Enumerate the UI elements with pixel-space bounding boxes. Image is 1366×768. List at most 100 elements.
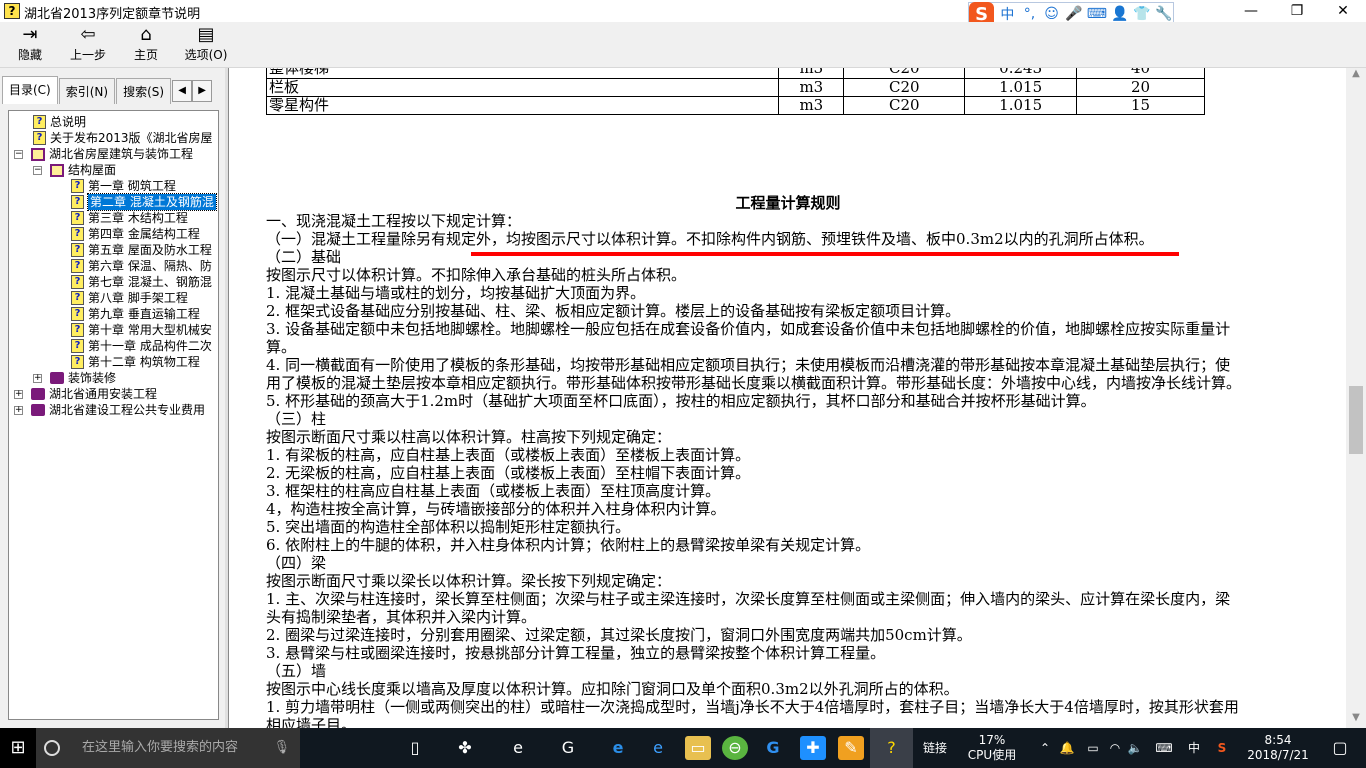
document-line: 5. 杯形基础的颈高大于1.2m时（基础扩大项面至杯口底面），按柱的相应定额执行… [266,392,1096,410]
help-page-icon: ? [33,131,46,145]
back-arrow-icon: ⇦ [80,24,96,45]
tab-scroll-left-button[interactable]: ◀ [172,80,193,102]
document-line: 2. 框架式设备基础应分别按基础、柱、梁、板相应定额计算。楼层上的设备基础按有梁… [266,302,961,320]
sogou-tray-icon[interactable]: S [1212,728,1232,768]
hide-button[interactable]: ⇥ 隐藏 [0,24,60,63]
expand-icon[interactable]: + [33,373,42,383]
volume-icon[interactable]: 🔈 [1126,728,1144,768]
battery-icon[interactable]: ▭ [1082,728,1104,768]
home-button[interactable]: ⌂ 主页 [116,24,176,63]
wifi-icon[interactable]: ◠ [1106,728,1124,768]
tree-item[interactable]: ? 第十一章 成品构件二次 [9,338,218,354]
tree-item[interactable]: ? 第六章 保温、隔热、防 [9,258,218,274]
tree-item-label: 第十二章 构筑物工程 [88,355,200,369]
action-center-icon[interactable]: ▢ [1320,728,1360,768]
clock-date: 2018/7/21 [1247,748,1309,762]
tab-search[interactable]: 搜索(S) [116,78,172,104]
notepad-app-icon[interactable]: ✎ [838,736,864,760]
tree-item[interactable]: ? 第十二章 构筑物工程 [9,354,218,370]
tree-item[interactable]: + 湖北省建设工程公共专业费用 [9,402,218,418]
collapse-icon[interactable]: − [14,149,23,159]
tree-item[interactable]: ? 第四章 金属结构工程 [9,226,218,242]
tree-item[interactable]: − 湖北省房屋建筑与装饰工程 [9,146,218,162]
expand-icon[interactable]: + [14,389,23,399]
scroll-down-icon[interactable]: ▼ [1346,712,1366,728]
green-app-icon[interactable]: ⊖ [722,736,748,760]
tree-item[interactable]: + 装饰装修 [9,370,218,386]
document-line: 4，构造柱按全高计算，与砖墙嵌接部分的体积并入柱身体积内计算。 [266,500,726,518]
contents-tree: ? 总说明? 关于发布2013版《湖北省房屋 − 湖北省房屋建筑与装饰工程 − 结构屋面? 第… [8,110,219,720]
help-app-taskbar-icon[interactable]: ? [870,728,913,768]
tree-item[interactable]: ? 第九章 垂直运输工程 [9,306,218,322]
tree-item-label: 结构屋面 [68,163,117,177]
ime-user-icon[interactable]: 👤 [1111,6,1129,22]
help-page-icon: ? [71,259,84,273]
ime-keyboard-icon[interactable]: ⌨ [1087,6,1107,22]
table-cell: 20 [1076,78,1205,97]
clock[interactable]: 8:54 2018/7/21 [1240,728,1316,768]
tab-contents[interactable]: 目录(C) [2,76,58,104]
tree-item[interactable]: ? 第一章 砌筑工程 [9,178,218,194]
ime-settings-icon[interactable]: 🔧 [1155,6,1173,22]
tab-index[interactable]: 索引(N) [58,78,116,104]
tree-item[interactable]: + 湖北省通用安装工程 [9,386,218,402]
tree-item-label: 第四章 金属结构工程 [88,227,200,241]
notification-bell-icon[interactable]: 🔔 [1058,728,1076,768]
cpu-percent: 17% [978,733,1006,747]
table-cell: 40 [1076,68,1205,79]
tree-item[interactable]: ? 第八章 脚手架工程 [9,290,218,306]
ime-chinese-mode-button[interactable]: 中 [998,4,1016,24]
internet-explorer-icon[interactable]: e [645,736,671,760]
fan-app-icon[interactable]: ✤ [452,736,478,760]
swirl-app-icon[interactable]: G [555,736,581,760]
ime-skin-icon[interactable]: 👕 [1133,6,1151,22]
task-view-icon[interactable]: ▯ [402,736,428,760]
document-line: 3. 框架柱的柱高应自柱基上表面（或楼板上表面）至柱顶高度计算。 [266,482,721,500]
collapse-icon[interactable]: − [33,165,42,175]
close-button[interactable]: ✕ [1320,0,1366,22]
tree-item[interactable]: ? 关于发布2013版《湖北省房屋 [9,130,218,146]
help-page-icon: ? [71,243,84,257]
blue-app-icon[interactable]: ✚ [800,736,826,760]
tree-item[interactable]: − 结构屋面 [9,162,218,178]
windows-start-icon[interactable]: ⊞ [0,728,36,768]
taskbar-search-box[interactable]: 在这里输入你要搜索的内容 🎙 [36,728,300,768]
ie-grey-icon[interactable]: e [505,736,531,760]
options-label: 选项(O) [184,48,228,62]
document-line: 按图示尺寸以体积计算。不扣除伸入承台基础的桩头所占体积。 [266,266,687,284]
ime-voice-icon[interactable]: 🎤 [1065,6,1083,22]
minimize-button[interactable]: — [1228,0,1274,22]
help-page-icon: ? [71,195,84,209]
input-language-indicator[interactable]: 中 [1184,728,1204,768]
tree-item[interactable]: ? 第三章 木结构工程 [9,210,218,226]
tree-item[interactable]: ? 总说明 [9,114,218,130]
microphone-icon[interactable]: 🎙 [273,728,290,768]
ime-emoji-icon[interactable]: ☺ [1043,6,1061,22]
tree-item[interactable]: ? 第五章 屋面及防水工程 [9,242,218,258]
table-cell: 0.243 [964,68,1078,79]
ime-punctuation-button[interactable]: °, [1020,6,1038,22]
restore-button[interactable]: ❐ [1274,0,1320,22]
vertical-scrollbar[interactable]: ▲ ▼ [1346,68,1366,728]
link-toolbar[interactable]: 链接 [918,728,952,768]
tree-item[interactable]: ? 第十章 常用大型机械安 [9,322,218,338]
scroll-thumb[interactable] [1349,386,1363,454]
touch-keyboard-icon[interactable]: ⌨ [1150,728,1178,768]
cpu-label: CPU使用 [967,748,1017,762]
tab-scroll-right-button[interactable]: ▶ [192,80,213,102]
table-cell: 1.015 [964,78,1078,97]
help-page-icon: ? [71,211,84,225]
tree-item-label: 第五章 屋面及防水工程 [88,243,212,257]
table-cell: m3 [778,96,845,115]
file-explorer-icon[interactable]: ▭ [685,736,711,760]
scroll-up-icon[interactable]: ▲ [1346,68,1366,84]
back-button[interactable]: ⇦ 上一步 [58,24,118,63]
g-app-icon[interactable]: G [760,736,786,760]
document-view: 整体楼梯 m3 C20 0.243 40 栏板 m3 C20 1.015 20 零星构件 m3 C20 1… [228,68,1346,728]
expand-icon[interactable]: + [14,405,23,415]
tree-item[interactable]: ? 第七章 混凝土、钢筋混 [9,274,218,290]
tree-item[interactable]: ? 第二章 混凝土及钢筋混 [9,193,218,211]
show-hidden-icons-icon[interactable]: ⌃ [1036,728,1054,768]
options-button[interactable]: ▤ 选项(O) [176,24,236,63]
edge-icon[interactable]: e [605,736,631,760]
